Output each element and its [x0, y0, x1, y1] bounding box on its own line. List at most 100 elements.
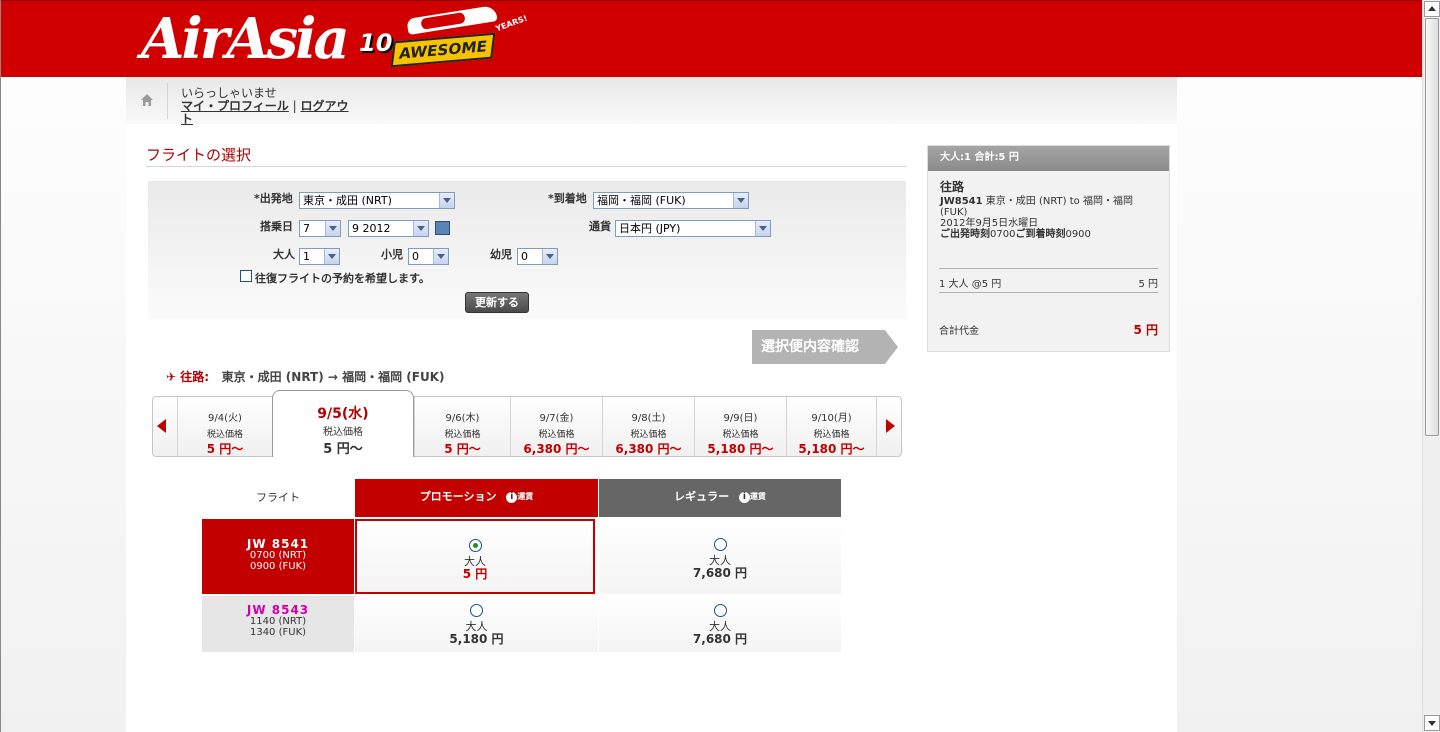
fare-price: 7,680 円 [692, 632, 748, 646]
scrollbar-thumb[interactable] [1425, 18, 1439, 436]
date-tab[interactable]: 9/7(金) 税込価格 6,380 円〜 [510, 397, 602, 456]
currency-label: 通貨 [589, 220, 611, 233]
month-year-value: 9 2012 [352, 222, 391, 235]
summary-pax-row: 1 大人 @5 円 5 円 [939, 275, 1158, 290]
route-text: 東京・成田 (NRT) → 福岡・福岡 (FUK) [221, 370, 445, 384]
fare-rules-link[interactable]: 運賃 [517, 492, 533, 501]
chevron-down-icon [325, 221, 340, 236]
infant-value: 0 [521, 250, 528, 263]
adult-select[interactable]: 1 [299, 248, 340, 265]
title-divider [146, 166, 907, 167]
date-tab-tax: 税込価格 [630, 430, 667, 440]
child-select[interactable]: 0 [408, 248, 449, 265]
plane-icon [406, 5, 498, 35]
chevron-down-icon [413, 221, 428, 236]
badge-years: YEARS! [494, 13, 529, 34]
fare-radio[interactable] [470, 604, 483, 617]
date-tab-tax: 税込価格 [206, 430, 243, 440]
child-value: 0 [412, 250, 419, 263]
page-title: フライトの選択 [146, 146, 252, 164]
scroll-up-arrow-icon[interactable] [1424, 1, 1440, 17]
summary-total-label: 合計代金 [939, 326, 979, 337]
10-awesome-badge: 10 AWESOME YEARS! [359, 5, 529, 68]
flight-arrival: 1340 (FUK) [249, 627, 307, 638]
date-tab[interactable]: 9/4(火) 税込価格 5 円〜 [177, 397, 272, 456]
origin-select[interactable]: 東京・成田 (NRT) [299, 192, 455, 209]
summary-arr-label: ご到着時刻 [1015, 229, 1066, 240]
date-tab-price: 6,380 円〜 [615, 442, 682, 456]
summary-body: 往路 JW8541 東京・成田 (NRT) to 福岡・福岡 (FUK) 201… [928, 171, 1169, 240]
fare-radio[interactable] [468, 539, 482, 552]
info-icon[interactable]: i [506, 491, 518, 503]
summary-outbound: 往路 [940, 180, 965, 194]
summary-divider [939, 268, 1158, 269]
date-tab[interactable]: 9/8(土) 税込価格 6,380 円〜 [602, 397, 694, 456]
date-tab-price: 5 円〜 [444, 442, 481, 456]
badge-ten: 10 [359, 29, 393, 57]
flight-info-cell: JW 8541 0700 (NRT) 0900 (FUK) [202, 519, 354, 594]
fare-option-regular[interactable]: 大人 7,680 円 [599, 519, 841, 594]
date-tab-date: 9/4(火) [208, 413, 242, 424]
flight-departure: 0700 (NRT) [249, 550, 307, 561]
next-dates-arrow-icon[interactable] [886, 419, 895, 433]
fare-rules-link[interactable]: 運賃 [750, 492, 766, 501]
prev-dates-arrow-icon[interactable] [157, 419, 166, 433]
route-heading: ✈ 往路: 東京・成田 (NRT) → 福岡・福岡 (FUK) [166, 368, 444, 385]
origin-value: 東京・成田 (NRT) [303, 194, 392, 207]
date-tab-date: 9/9(日) [723, 413, 758, 424]
adult-value: 1 [303, 250, 310, 263]
summary-total-row: 合計代金 5 円 [939, 322, 1158, 337]
airasia-logo[interactable]: AirAsia [141, 3, 350, 75]
summary-flight-code: JW8541 [940, 196, 983, 207]
scroll-down-arrow-icon[interactable] [1424, 715, 1440, 731]
date-tab-price: 5,180 円〜 [798, 442, 865, 456]
date-tab[interactable]: 9/10(月) 税込価格 5,180 円〜 [786, 397, 877, 456]
chevron-down-icon [755, 221, 770, 236]
date-tab[interactable]: 9/6(木) 税込価格 5 円〜 [414, 397, 510, 456]
month-year-select[interactable]: 9 2012 [348, 220, 429, 237]
date-tab-tax: 税込価格 [813, 430, 850, 440]
welcome-box: いらっしゃいませ マイ・プロフィール | ログアウト [181, 87, 351, 126]
day-select[interactable]: 7 [299, 220, 341, 237]
calendar-icon[interactable] [435, 221, 450, 235]
date-tab-tax: 税込価格 [538, 430, 575, 440]
fare-option-promo[interactable]: 大人 5 円 [355, 519, 595, 594]
flight-code: JW 8543 [246, 603, 310, 617]
date-tab-tax: 税込価格 [722, 430, 759, 440]
summary-pax-amount: 5 円 [1138, 279, 1158, 290]
infant-select[interactable]: 0 [517, 248, 558, 265]
chevron-down-icon [733, 193, 748, 208]
fare-radio[interactable] [713, 604, 727, 617]
summary-arr-time: 0900 [1065, 229, 1091, 240]
badge-awesome: AWESOME [390, 32, 496, 68]
chevron-down-icon [324, 249, 339, 264]
date-tab-date: 9/10(月) [811, 413, 852, 424]
summary-divider [939, 292, 1158, 293]
roundtrip-checkbox[interactable] [240, 270, 252, 282]
promo-header-label: プロモーション [419, 490, 497, 503]
summary-header: 大人:1 合計:5 円 [928, 146, 1169, 171]
home-icon[interactable] [140, 93, 154, 107]
link-separator: | [292, 99, 297, 113]
fare-price: 5 円 [462, 567, 488, 581]
fare-option-promo[interactable]: 大人 5,180 円 [355, 596, 598, 652]
child-label: 小児 [381, 248, 403, 261]
account-bar: いらっしゃいませ マイ・プロフィール | ログアウト [126, 77, 1177, 126]
date-tab-date: 9/5(水) [317, 406, 369, 422]
vertical-scrollbar[interactable] [1422, 0, 1440, 732]
date-label: 搭乗日 [260, 220, 293, 233]
destination-select[interactable]: 福岡・福岡 (FUK) [593, 192, 749, 209]
date-tab-price: 5,180 円〜 [707, 442, 774, 456]
fare-option-regular[interactable]: 大人 7,680 円 [599, 596, 841, 652]
date-tab[interactable]: 9/9(日) 税込価格 5,180 円〜 [694, 397, 786, 456]
chevron-down-icon [439, 193, 454, 208]
fare-radio[interactable] [713, 538, 727, 551]
date-tab-selected[interactable]: 9/5(水) 税込価格 5 円〜 [272, 390, 414, 457]
currency-select[interactable]: 日本円 (JPY) [615, 220, 771, 237]
summary-dep-time: 0700 [990, 229, 1016, 240]
confirm-selection-button[interactable]: 選択便内容確認 [752, 330, 898, 364]
my-profile-link[interactable]: マイ・プロフィール [181, 99, 289, 113]
info-icon[interactable]: i [738, 491, 750, 503]
flight-code: JW 8541 [246, 537, 310, 551]
update-button[interactable]: 更新する [465, 292, 529, 313]
